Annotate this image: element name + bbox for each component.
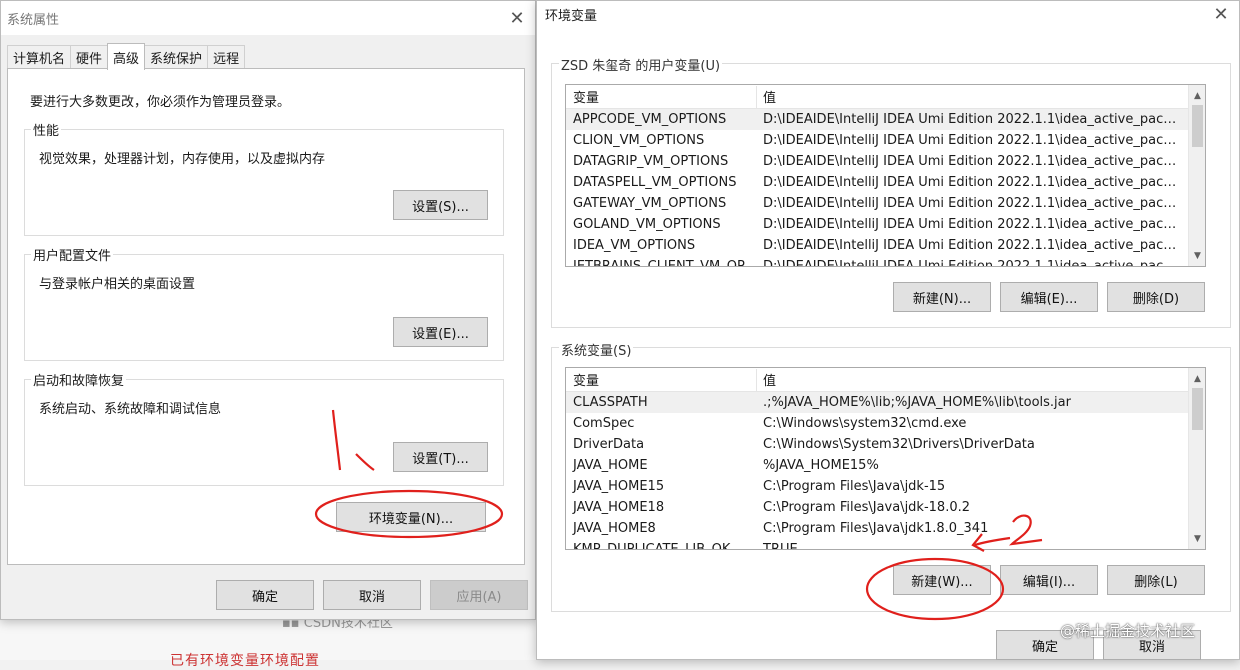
system-edit-button[interactable]: 编辑(I)... (1000, 565, 1098, 595)
table-row[interactable]: DATASPELL_VM_OPTIONS D:\IDEAIDE\IntelliJ… (566, 172, 1205, 193)
startup-recovery-settings-button[interactable]: 设置(T)... (393, 442, 488, 472)
user-variables-title: ZSD 朱玺奇 的用户变量(U) (559, 55, 723, 74)
ok-button[interactable]: 确定 (216, 580, 314, 610)
cancel-button[interactable]: 取消 (323, 580, 421, 610)
close-icon[interactable]: ✕ (499, 3, 535, 33)
scroll-thumb[interactable] (1192, 105, 1203, 147)
scroll-down-icon[interactable]: ▼ (1189, 530, 1205, 547)
background-bottom-text: 已有环境变量环境配置 (170, 653, 320, 669)
user-profiles-group: 用户配置文件 与登录帐户相关的桌面设置 设置(E)... (24, 245, 504, 361)
group-desc: 系统启动、系统故障和调试信息 (39, 402, 222, 417)
group-title: 启动和故障恢复 (31, 370, 127, 389)
table-row[interactable]: DriverData C:\Windows\System32\Drivers\D… (566, 434, 1205, 455)
table-row[interactable]: KMP_DUPLICATE_LIB_OK TRUE (566, 539, 1205, 549)
tab-system-protection[interactable]: 系统保护 (144, 45, 209, 69)
table-row[interactable]: ComSpec C:\Windows\system32\cmd.exe (566, 413, 1205, 434)
user-variables-list[interactable]: 变量 值 APPCODE_VM_OPTIONS D:\IDEAIDE\Intel… (565, 84, 1206, 267)
scroll-down-icon[interactable]: ▼ (1189, 247, 1205, 264)
scroll-up-icon[interactable]: ▲ (1189, 370, 1205, 387)
table-row[interactable]: JAVA_HOME8 C:\Program Files\Java\jdk1.8.… (566, 518, 1205, 539)
admin-note: 要进行大多数更改，你必须作为管理员登录。 (30, 95, 291, 110)
group-title: 用户配置文件 (31, 245, 114, 264)
table-row[interactable]: JAVA_HOME15 C:\Program Files\Java\jdk-15 (566, 476, 1205, 497)
table-row[interactable]: CLION_VM_OPTIONS D:\IDEAIDE\IntelliJ IDE… (566, 130, 1205, 151)
table-row[interactable]: GOLAND_VM_OPTIONS D:\IDEAIDE\IntelliJ ID… (566, 214, 1205, 235)
vertical-scrollbar[interactable]: ▲ ▼ (1188, 85, 1205, 266)
scroll-up-icon[interactable]: ▲ (1189, 87, 1205, 104)
system-new-button[interactable]: 新建(W)... (893, 565, 991, 595)
system-variables-title: 系统变量(S) (559, 340, 634, 359)
tab-advanced[interactable]: 高级 (107, 43, 146, 70)
column-header-name[interactable]: 变量 (566, 87, 756, 106)
table-row[interactable]: JAVA_HOME18 C:\Program Files\Java\jdk-18… (566, 497, 1205, 518)
user-edit-button[interactable]: 编辑(E)... (1000, 282, 1098, 312)
group-desc: 与登录帐户相关的桌面设置 (39, 277, 196, 292)
startup-recovery-group: 启动和故障恢复 系统启动、系统故障和调试信息 设置(T)... (24, 370, 504, 486)
environment-variables-button[interactable]: 环境变量(N)... (336, 502, 486, 532)
table-row[interactable]: JAVA_HOME %JAVA_HOME15% (566, 455, 1205, 476)
column-header-value[interactable]: 值 (757, 87, 1181, 106)
performance-group: 性能 视觉效果，处理器计划，内存使用，以及虚拟内存 设置(S)... (24, 120, 504, 236)
close-icon[interactable]: ✕ (1203, 0, 1239, 29)
advanced-tab-panel: 要进行大多数更改，你必须作为管理员登录。 性能 视觉效果，处理器计划，内存使用，… (7, 68, 525, 565)
scroll-thumb[interactable] (1192, 388, 1203, 430)
system-delete-button[interactable]: 删除(L) (1107, 565, 1205, 595)
column-header-value[interactable]: 值 (757, 370, 1181, 389)
titlebar: 环境变量 ✕ (537, 1, 1239, 27)
apply-button[interactable]: 应用(A) (430, 580, 528, 610)
column-header-name[interactable]: 变量 (566, 370, 756, 389)
window-title: 系统属性 (7, 12, 60, 28)
user-delete-button[interactable]: 删除(D) (1107, 282, 1205, 312)
group-desc: 视觉效果，处理器计划，内存使用，以及虚拟内存 (39, 152, 326, 167)
list-header: 变量 值 (566, 85, 1205, 109)
environment-variables-window: 环境变量 ✕ ZSD 朱玺奇 的用户变量(U) 变量 值 APPCODE_VM_… (536, 0, 1240, 660)
system-variables-list[interactable]: 变量 值 CLASSPATH .;%JAVA_HOME%\lib;%JAVA_H… (565, 367, 1206, 550)
site-watermark: @稀土掘金技术社区 (1060, 622, 1196, 640)
table-row[interactable]: IDEA_VM_OPTIONS D:\IDEAIDE\IntelliJ IDEA… (566, 235, 1205, 256)
titlebar: 系统属性 ✕ (1, 1, 535, 35)
user-profiles-settings-button[interactable]: 设置(E)... (393, 317, 488, 347)
list-header: 变量 值 (566, 368, 1205, 392)
vertical-scrollbar[interactable]: ▲ ▼ (1188, 368, 1205, 549)
system-properties-window: 系统属性 ✕ 计算机名 硬件 高级 系统保护 远程 要进行大多数更改，你必须作为… (0, 0, 536, 620)
table-row[interactable]: GATEWAY_VM_OPTIONS D:\IDEAIDE\IntelliJ I… (566, 193, 1205, 214)
tab-bar: 计算机名 硬件 高级 系统保护 远程 (7, 43, 246, 70)
window-title: 环境变量 (545, 8, 598, 24)
user-new-button[interactable]: 新建(N)... (893, 282, 991, 312)
table-row[interactable]: APPCODE_VM_OPTIONS D:\IDEAIDE\IntelliJ I… (566, 109, 1205, 130)
group-title: 性能 (31, 120, 62, 139)
tab-remote[interactable]: 远程 (207, 45, 246, 69)
tab-hardware[interactable]: 硬件 (70, 45, 109, 69)
table-row[interactable]: DATAGRIP_VM_OPTIONS D:\IDEAIDE\IntelliJ … (566, 151, 1205, 172)
tab-computer-name[interactable]: 计算机名 (7, 45, 72, 69)
table-row[interactable]: JETBRAINS_CLIENT_VM_OP... D:\IDEAIDE\Int… (566, 256, 1205, 266)
table-row[interactable]: CLASSPATH .;%JAVA_HOME%\lib;%JAVA_HOME%\… (566, 392, 1205, 413)
performance-settings-button[interactable]: 设置(S)... (393, 190, 488, 220)
